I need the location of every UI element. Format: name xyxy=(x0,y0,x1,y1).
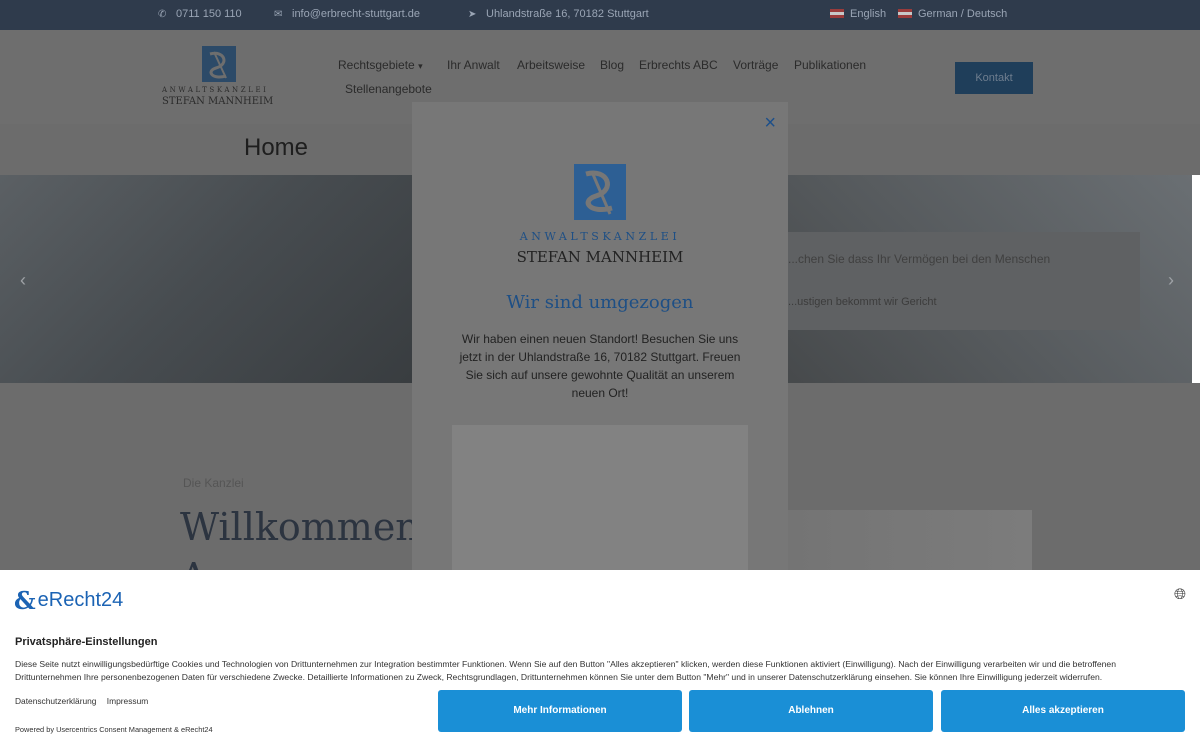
nav-item-vortraege[interactable]: Vorträge xyxy=(733,58,778,72)
chevron-down-icon: ▾ xyxy=(418,61,423,71)
language-en[interactable]: English xyxy=(830,8,886,20)
nav-item-stellenangebote[interactable]: Stellenangebote xyxy=(345,82,432,96)
brand-name: eRecht24 xyxy=(37,589,124,611)
nav-item-erbrechts-abc[interactable]: Erbrechts ABC xyxy=(639,58,718,72)
flag-en-icon xyxy=(830,9,844,18)
flag-de-icon xyxy=(898,9,912,18)
address-text: Uhlandstraße 16, 70182 Stuttgart xyxy=(486,8,649,20)
nav-item-ihr-anwalt[interactable]: Ihr Anwalt xyxy=(447,58,500,72)
modal-logo-line2: STEFAN MANNHEIM xyxy=(516,248,684,266)
consent-links: Datenschutzerklärung Impressum xyxy=(15,696,156,706)
nav-item-publikationen[interactable]: Publikationen xyxy=(794,58,866,72)
nav-item-blog[interactable]: Blog xyxy=(600,58,624,72)
site-logo[interactable]: ANWALTSKANZLEI STEFAN MANNHEIM xyxy=(160,44,278,114)
mail-icon: ✉ xyxy=(274,9,283,20)
erecht24-logo: & eRecht24 xyxy=(14,586,123,615)
more-info-button[interactable]: Mehr Informationen xyxy=(438,690,682,732)
language-en-label: English xyxy=(850,8,887,20)
modal-title: Wir sind umgezogen xyxy=(506,292,694,313)
kontakt-button[interactable]: Kontakt xyxy=(955,62,1033,94)
imprint-link[interactable]: Impressum xyxy=(107,696,148,706)
page-title: Home xyxy=(244,134,309,161)
language-globe-icon[interactable]: 🌐︎ xyxy=(1174,586,1186,603)
location-arrow-icon: ➤ xyxy=(468,9,477,20)
hero-subtext: ...ustigen bekommt wir Gericht xyxy=(788,296,937,308)
slider-next-icon[interactable]: › xyxy=(1168,270,1174,291)
powered-by-text: Powered by Usercentrics Consent Manageme… xyxy=(15,725,213,734)
modal-logo-line1: ANWALTSKANZLEI xyxy=(519,230,681,243)
email-address: info@erbrecht-stuttgart.de xyxy=(292,8,420,20)
language-de[interactable]: German / Deutsch xyxy=(898,8,1007,20)
slider-prev-icon[interactable]: ‹ xyxy=(20,270,26,291)
logo-line2: STEFAN MANNHEIM xyxy=(162,96,274,107)
hero-image-left xyxy=(0,175,470,383)
consent-title: Privatsphäre-Einstellungen xyxy=(15,636,158,648)
cookie-consent-banner: & eRecht24 🌐︎ Privatsphäre-Einstellungen… xyxy=(0,570,1200,750)
email-link[interactable]: ✉ info@erbrecht-stuttgart.de xyxy=(274,8,420,20)
accept-all-button[interactable]: Alles akzeptieren xyxy=(941,690,1185,732)
top-bar: ✆ 0711 150 110 ✉ info@erbrecht-stuttgart.d… xyxy=(0,0,1200,30)
nav-item-arbeitsweise[interactable]: Arbeitsweise xyxy=(517,58,585,72)
phone-icon: ✆ xyxy=(158,9,167,20)
modal-text: Wir haben einen neuen Standort! Besuchen… xyxy=(459,332,741,400)
nav-label-rechtsgebiete: Rechtsgebiete xyxy=(338,58,415,72)
hero-text: ...chen Sie dass Ihr Vermögen bei den Me… xyxy=(788,252,1051,266)
erecht24-mark-icon: & xyxy=(14,586,36,615)
language-de-label: German / Deutsch xyxy=(918,8,1008,20)
decline-button[interactable]: Ablehnen xyxy=(689,690,933,732)
address-link[interactable]: ➤ Uhlandstraße 16, 70182 Stuttgart xyxy=(468,8,649,20)
phone-number: 0711 150 110 xyxy=(176,8,242,20)
modal-logo: ANWALTSKANZLEI STEFAN MANNHEIM xyxy=(506,162,694,270)
relocation-modal: × ANWALTSKANZLEI STEFAN MANNHEIM Wir sin… xyxy=(412,102,788,585)
nav-item-rechtsgebiete[interactable]: Rechtsgebiete ▾ xyxy=(338,58,423,72)
close-icon[interactable]: × xyxy=(764,112,776,135)
privacy-policy-link[interactable]: Datenschutzerklärung xyxy=(15,696,96,706)
section-eyebrow: Die Kanzlei xyxy=(183,476,244,490)
logo-line1: ANWALTSKANZLEI xyxy=(162,86,269,94)
consent-text: Diese Seite nutzt einwilligungsbedürftig… xyxy=(15,659,1116,682)
map-embed[interactable] xyxy=(452,425,748,585)
hero-text-box: ...chen Sie dass Ihr Vermögen bei den Me… xyxy=(780,232,1140,330)
phone-link[interactable]: ✆ 0711 150 110 xyxy=(158,8,242,20)
